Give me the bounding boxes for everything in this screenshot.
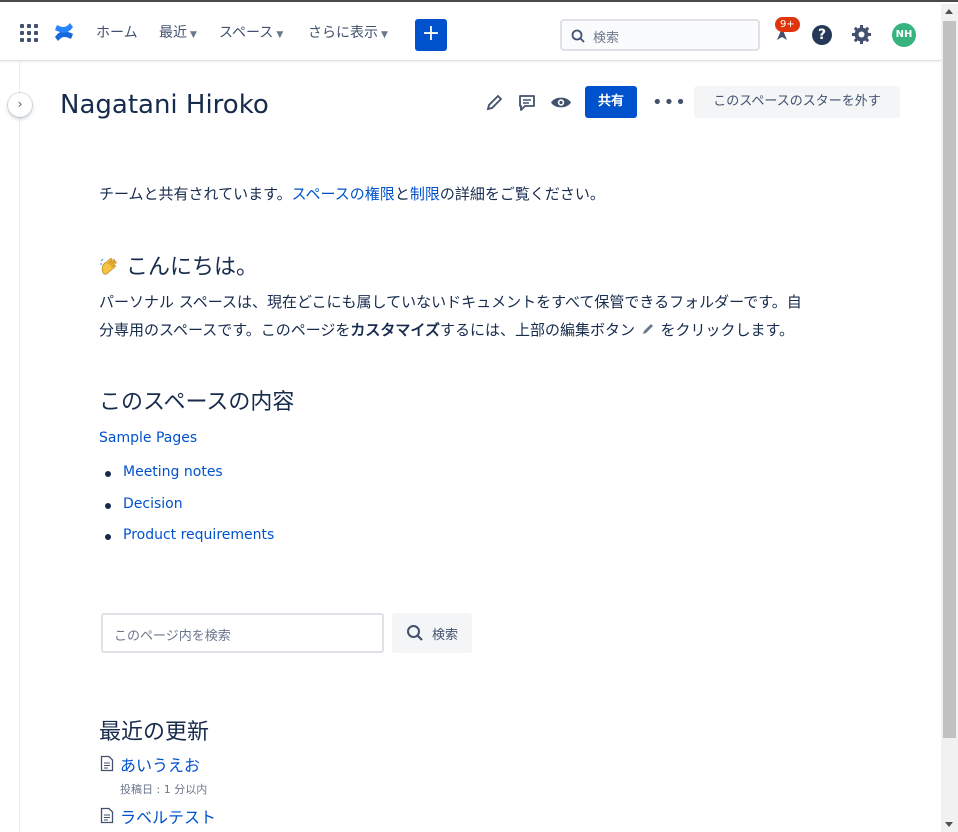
- confluence-logo-icon[interactable]: [53, 21, 75, 43]
- create-button[interactable]: +: [415, 19, 447, 51]
- chevron-down-icon: ▼: [381, 30, 388, 40]
- waving-hand-icon: [100, 258, 117, 275]
- avatar[interactable]: NH: [892, 23, 916, 47]
- page-search-input[interactable]: このページ内を検索: [101, 613, 384, 653]
- page-document-icon: [100, 755, 114, 772]
- unstar-space-button[interactable]: このスペースのスターを外す: [694, 86, 900, 118]
- comment-icon[interactable]: [517, 93, 537, 112]
- chevron-down-icon: ▼: [190, 30, 197, 40]
- scroll-down-arrow-icon[interactable]: [945, 822, 953, 827]
- list-item: Decision: [105, 496, 274, 528]
- page-document-icon: [100, 807, 114, 824]
- nav-recent[interactable]: 最近 ▼: [159, 22, 197, 42]
- intro-text-2: するには、上部の編集ボタン: [439, 321, 635, 339]
- sidebar-rail: [0, 62, 20, 832]
- intro-text: 分専用のスペースです。このページを: [99, 321, 351, 339]
- restrictions-link[interactable]: 制限: [410, 185, 440, 203]
- list-item: Product requirements: [105, 527, 274, 559]
- notification-badge: 9+: [775, 17, 800, 32]
- page-title: Nagatani Hiroko: [60, 90, 269, 120]
- list-item: Meeting notes: [105, 464, 274, 496]
- page-tree-list: Meeting notes Decision Product requireme…: [105, 464, 274, 559]
- intro-text-3: をクリックします。: [660, 321, 795, 339]
- intro-paragraph-line1: パーソナル スペースは、現在どこにも属していないドキュメントをすべて保管できるフ…: [99, 293, 802, 311]
- page-tree-root-link[interactable]: Sample Pages: [99, 430, 197, 446]
- shared-notice-tail: の詳細をご覧ください。: [439, 185, 605, 203]
- nav-more[interactable]: さらに表示 ▼: [308, 22, 388, 42]
- space-permissions-link[interactable]: スペースの権限: [292, 185, 395, 203]
- search-icon: [571, 29, 585, 43]
- edit-pencil-icon[interactable]: [485, 93, 504, 112]
- page-link-product-requirements[interactable]: Product requirements: [123, 527, 274, 543]
- nav-spaces[interactable]: スペース ▼: [219, 22, 283, 42]
- intro-paragraph-line2: 分専用のスペースです。このページをカスタマイズするには、上部の編集ボタン をクリ…: [99, 316, 794, 344]
- shared-notice-text: チームと共有されています。: [99, 185, 292, 203]
- share-button[interactable]: 共有: [585, 86, 637, 118]
- recent-page-link[interactable]: あいうえお: [120, 752, 200, 776]
- nav-home[interactable]: ホーム: [96, 22, 138, 42]
- gear-icon[interactable]: [851, 24, 872, 45]
- more-actions-icon[interactable]: •••: [652, 92, 687, 113]
- shared-notice: チームと共有されています。スペースの権限と制限の詳細をご覧ください。: [99, 180, 605, 208]
- nav-more-label: さらに表示: [308, 25, 378, 41]
- search-icon: [407, 625, 423, 641]
- nav-spaces-label: スペース: [219, 25, 274, 41]
- scrollbar-thumb[interactable]: [943, 21, 956, 738]
- intro-bold-text: カスタマイズ: [350, 321, 440, 339]
- chevron-down-icon: ▼: [276, 30, 284, 40]
- edit-pencil-icon: [642, 324, 653, 334]
- page-search-button[interactable]: 検索: [392, 613, 472, 653]
- page-link-meeting-notes[interactable]: Meeting notes: [123, 464, 223, 480]
- top-navigation: ホーム 最近 ▼ スペース ▼ さらに表示 ▼ + 検索 9+ ? NH: [0, 4, 941, 61]
- page-link-decision[interactable]: Decision: [123, 496, 183, 512]
- nav-recent-label: 最近: [159, 25, 187, 41]
- expand-sidebar-button[interactable]: ›: [8, 93, 32, 117]
- shared-notice-and: と: [394, 185, 410, 203]
- contents-heading: このスペースの内容: [99, 390, 295, 415]
- app-switcher-icon[interactable]: [20, 24, 38, 42]
- vertical-scrollbar[interactable]: [941, 4, 958, 832]
- page-search-button-label: 検索: [432, 628, 459, 643]
- scroll-up-arrow-icon[interactable]: [945, 9, 953, 14]
- chevron-right-icon: ›: [17, 97, 23, 111]
- search-placeholder: 検索: [593, 31, 620, 46]
- browser-frame: ホーム 最近 ▼ スペース ▼ さらに表示 ▼ + 検索 9+ ? NH › N…: [0, 0, 958, 832]
- recent-item-meta: 投稿日 : 1 分以内: [120, 783, 208, 796]
- help-icon[interactable]: ?: [812, 25, 832, 45]
- recent-updates-heading: 最近の更新: [99, 720, 210, 745]
- recent-page-link[interactable]: ラベルテスト: [120, 804, 216, 828]
- search-input[interactable]: 検索: [560, 19, 760, 51]
- greeting-heading: こんにちは。: [126, 255, 259, 280]
- page-search-placeholder: このページ内を検索: [114, 629, 231, 644]
- watch-eye-icon[interactable]: [550, 93, 572, 112]
